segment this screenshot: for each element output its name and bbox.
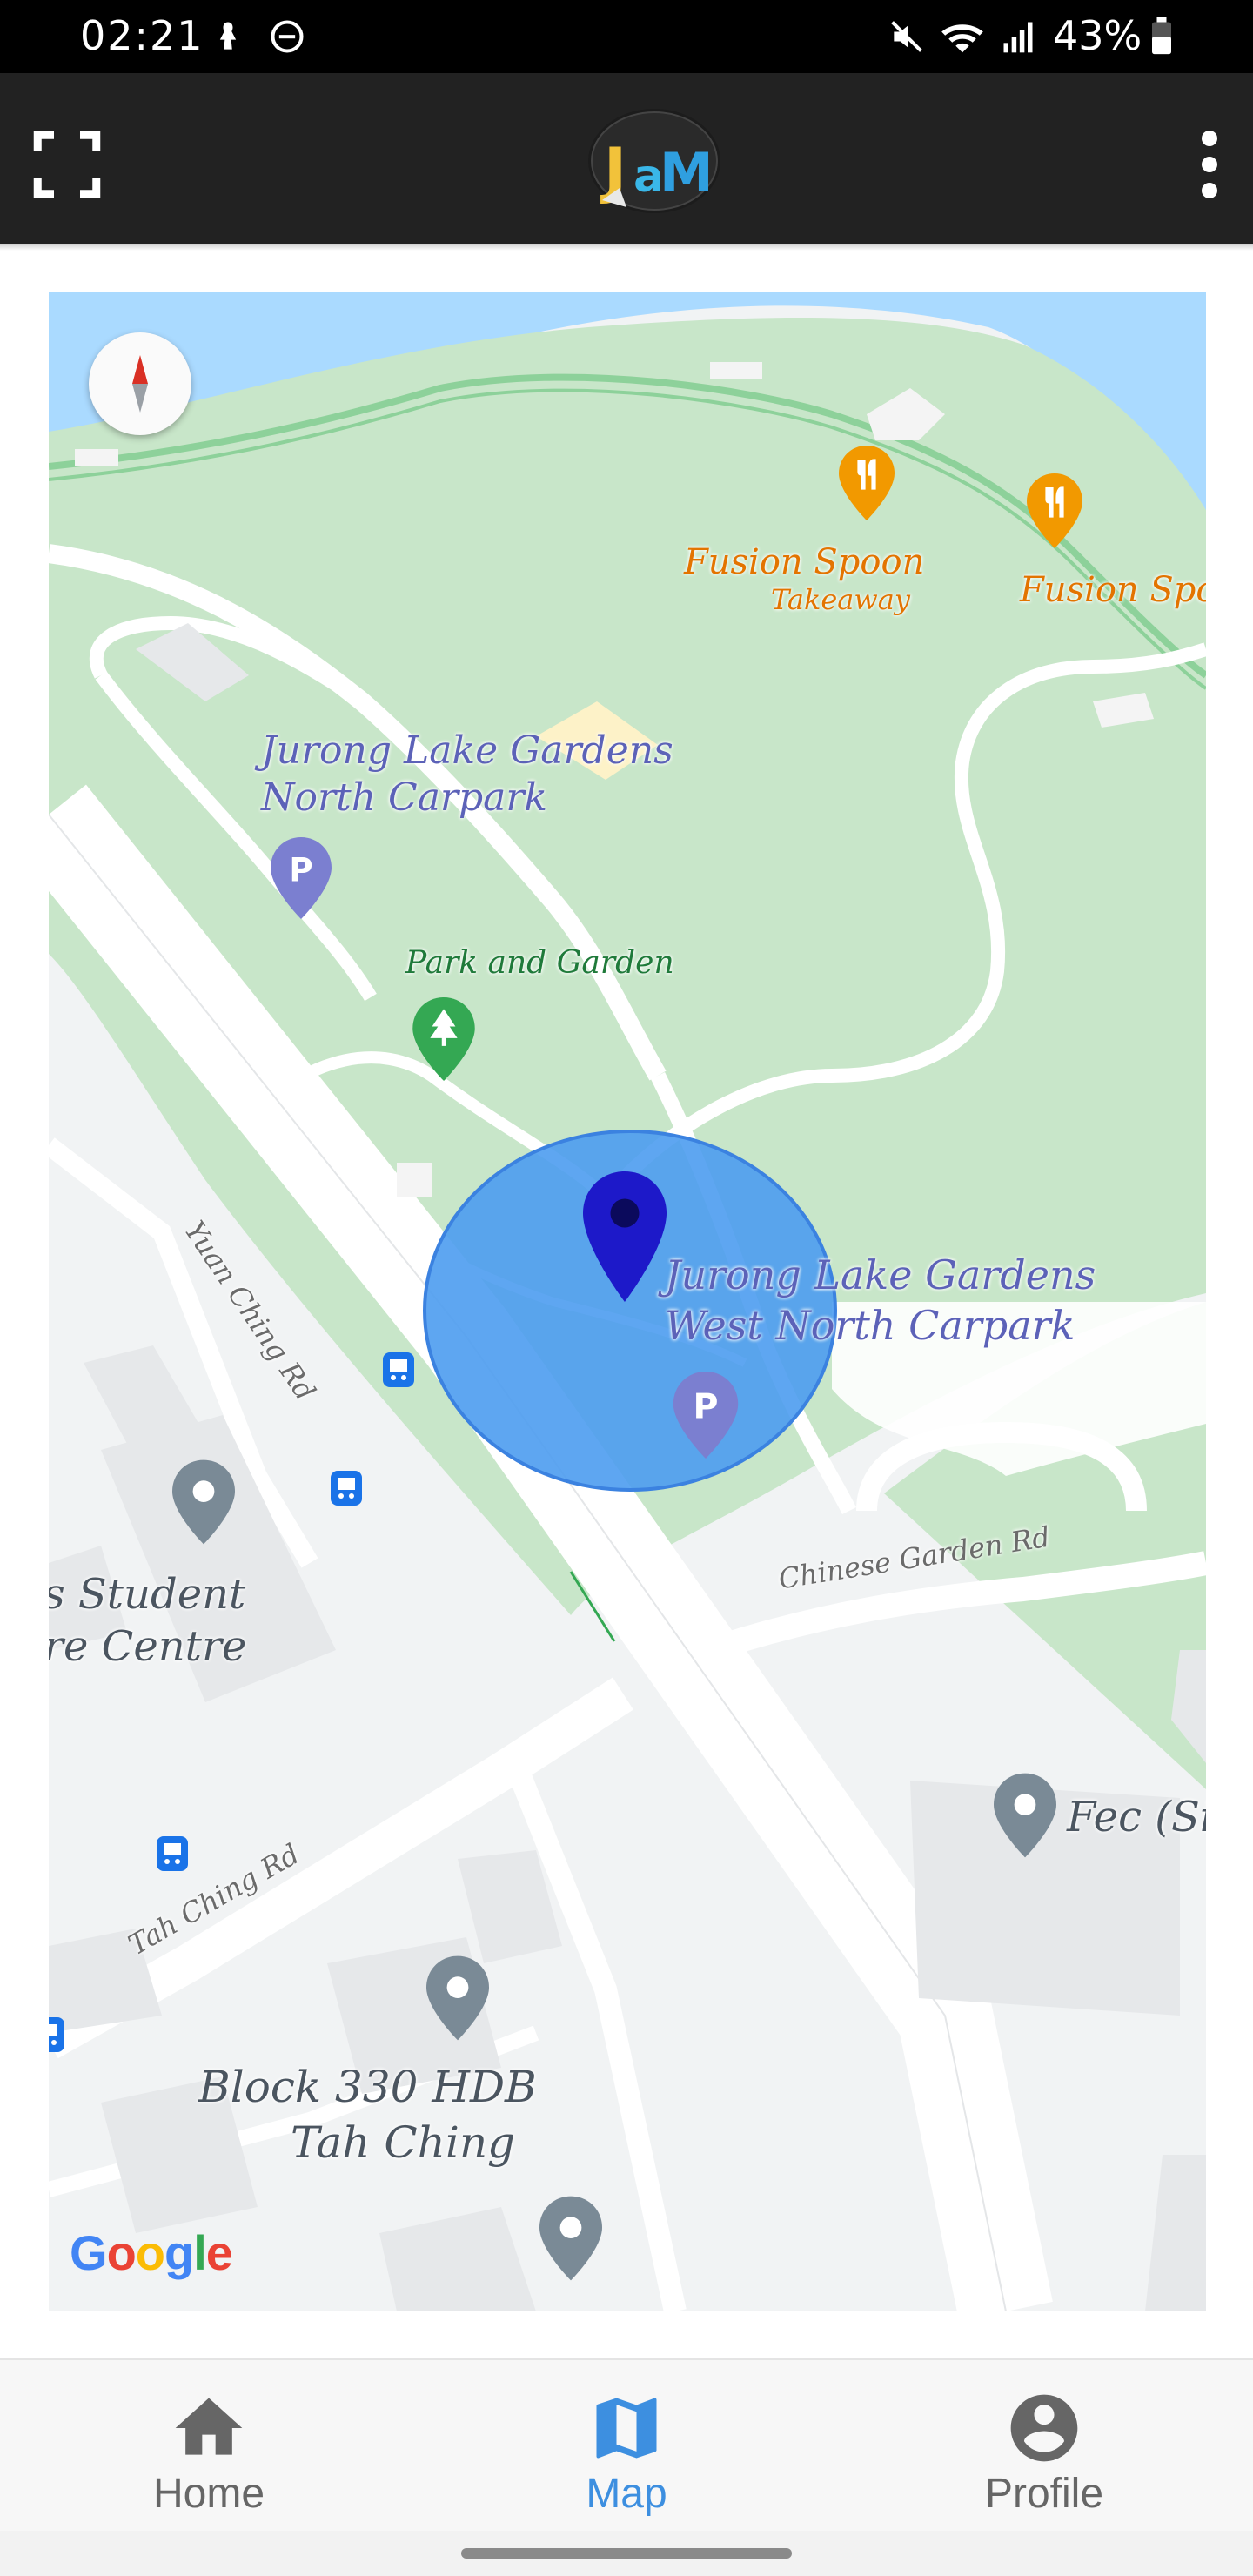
label-block-330-line1: Block 330 HDB	[198, 2062, 537, 2112]
parking-pin-icon[interactable]: P	[270, 837, 332, 919]
bus-stop-icon[interactable]	[331, 1471, 362, 1506]
label-block-330-line2: Tah Ching	[291, 2117, 516, 2168]
account-circle-icon	[1010, 2394, 1078, 2462]
label-student-centre[interactable]: s Student re Centre	[49, 1568, 246, 1673]
battery-icon	[1152, 17, 1171, 55]
home-icon	[175, 2398, 243, 2455]
gesture-handle[interactable]	[461, 2548, 792, 2559]
label-fec[interactable]: Fec (Si	[1067, 1791, 1206, 1843]
nav-label-home: Home	[152, 2471, 265, 2517]
label-student-centre-line1: s Student	[49, 1570, 246, 1619]
nav-item-map[interactable]: Map	[418, 2360, 835, 2532]
place-pin-icon[interactable]	[172, 1459, 235, 1546]
label-north-carpark[interactable]: Jurong Lake Gardens North Carpark	[261, 728, 673, 822]
map-view[interactable]: P P Fusion Spoon Takeaway Fusion Sp Juro…	[49, 292, 1206, 2311]
wifi-icon	[941, 24, 983, 53]
logo-graphic: J a M	[588, 109, 720, 213]
status-time: 02:21	[80, 12, 204, 59]
label-fusion-spoon: Fusion Spoon	[684, 542, 925, 582]
label-fusion-spoon-2[interactable]: Fusion Spoo	[1020, 569, 1206, 611]
app-bar: J a M	[0, 73, 1253, 244]
label-west-north-carpark-line2: West North Carpark	[665, 1302, 1075, 1349]
parking-pin-icon[interactable]: P	[672, 1372, 740, 1459]
parking-glyph: P	[694, 1386, 719, 1426]
label-park-and-garden[interactable]: Park and Garden	[405, 945, 674, 981]
fullscreen-icon[interactable]	[28, 125, 106, 204]
label-west-north-carpark-line1: Jurong Lake Gardens	[665, 1251, 1096, 1298]
label-fusion-spoon-takeaway[interactable]: Fusion Spoon Takeaway	[684, 541, 924, 616]
nav-label-profile: Profile	[984, 2471, 1104, 2517]
google-logo: Google	[70, 2225, 233, 2280]
nav-label-map: Map	[586, 2471, 667, 2517]
battery-percent: 43%	[1053, 12, 1142, 59]
bus-stop-icon[interactable]	[383, 1352, 414, 1387]
parking-glyph: P	[289, 851, 312, 889]
restaurant-pin-icon[interactable]	[839, 446, 895, 520]
mute-icon	[891, 21, 922, 52]
place-pin-icon[interactable]	[539, 2195, 602, 2282]
label-student-centre-line2: re Centre	[49, 1622, 247, 1671]
compass-icon	[132, 355, 148, 413]
app-logo[interactable]: J a M	[585, 104, 724, 218]
park-pin-icon[interactable]	[412, 997, 475, 1081]
place-pin-icon[interactable]	[994, 1772, 1056, 1859]
status-bar: 02:21 43%	[0, 0, 1253, 73]
bottom-navigation: Home Map Profile	[0, 2358, 1253, 2532]
nav-item-profile[interactable]: Profile	[835, 2360, 1253, 2532]
compass-button[interactable]	[89, 332, 191, 435]
svg-text:M: M	[660, 141, 714, 205]
label-block-330[interactable]: Block 330 HDB Tah Ching	[198, 2059, 537, 2170]
notification-icon	[219, 22, 237, 50]
place-pin-icon[interactable]	[426, 1955, 489, 2042]
bus-stop-icon[interactable]	[157, 1836, 188, 1871]
more-vert-icon[interactable]	[1183, 125, 1236, 204]
nav-item-home[interactable]: Home	[0, 2360, 418, 2532]
label-west-north-carpark[interactable]: Jurong Lake Gardens West North Carpark	[665, 1250, 1096, 1351]
restaurant-pin-icon[interactable]	[1027, 473, 1082, 548]
current-location-pin-icon[interactable]	[583, 1171, 667, 1302]
label-north-carpark-line2: North Carpark	[261, 775, 548, 820]
label-takeaway: Takeaway	[771, 583, 910, 616]
signal-icon	[1003, 22, 1033, 53]
bus-stop-icon[interactable]	[49, 2017, 64, 2052]
dnd-icon	[271, 20, 304, 53]
label-north-carpark-line1: Jurong Lake Gardens	[261, 728, 673, 773]
map-icon	[596, 2398, 657, 2459]
app-bar-shadow	[0, 244, 1253, 251]
